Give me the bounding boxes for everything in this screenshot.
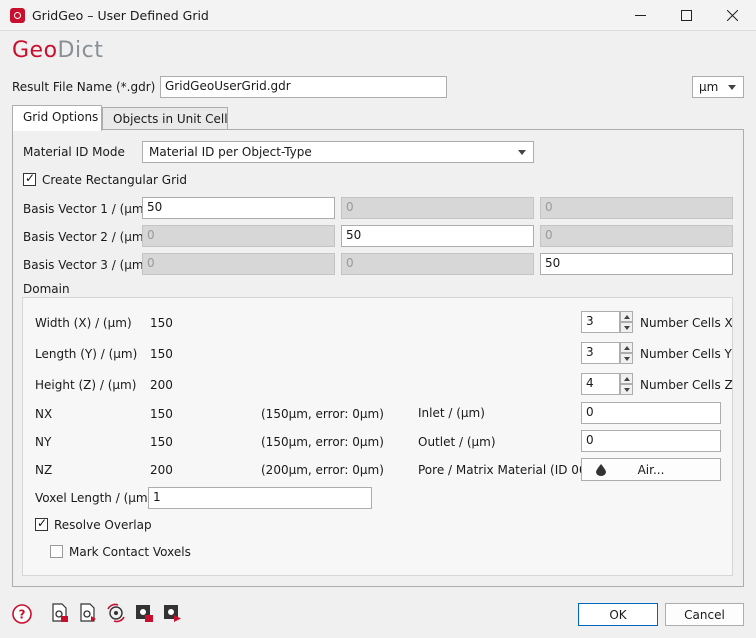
number-cells-y-label: Number Cells Y — [640, 347, 732, 361]
mark-contact-voxels-label: Mark Contact Voxels — [69, 545, 191, 559]
basis-vector-2-x: 0 — [142, 225, 335, 247]
pore-material-label: Pore / Matrix Material (ID 00) — [418, 463, 592, 477]
minimize-icon[interactable] — [617, 0, 663, 31]
chevron-down-icon — [518, 150, 526, 155]
number-cells-z-label: Number Cells Z — [640, 378, 733, 392]
number-cells-x-label: Number Cells X — [640, 316, 733, 330]
material-mode-select[interactable]: Material ID per Object-Type — [142, 141, 534, 163]
nx-label: NX — [35, 407, 53, 421]
length-value: 150 — [150, 347, 173, 361]
nx-note: (150µm, error: 0µm) — [261, 407, 384, 421]
resolve-overlap-checkbox[interactable] — [35, 516, 48, 531]
tab-objects-in-unit-cell[interactable]: Objects in Unit Cell — [102, 107, 228, 131]
chevron-up-icon — [623, 345, 630, 350]
outlet-label: Outlet / (µm) — [418, 435, 496, 449]
nz-value: 200 — [150, 463, 173, 477]
chevron-down-icon — [623, 387, 630, 392]
pore-material-button-label: Air... — [637, 462, 665, 477]
length-label: Length (Y) / (µm) — [35, 347, 138, 361]
outlet-input[interactable]: 0 — [581, 430, 721, 452]
number-cells-x-down[interactable] — [620, 322, 633, 333]
load-settings-icon[interactable] — [50, 603, 70, 623]
nz-label: NZ — [35, 463, 53, 477]
chevron-up-icon — [623, 376, 630, 381]
basis-vector-2-z: 0 — [540, 225, 733, 247]
number-cells-y-down[interactable] — [620, 353, 633, 364]
material-mode-label: Material ID Mode — [23, 145, 125, 159]
ok-button[interactable]: OK — [578, 603, 658, 626]
droplet-icon — [596, 464, 606, 476]
ny-label: NY — [35, 435, 52, 449]
basis-vector-1-x[interactable]: 50 — [142, 197, 335, 219]
number-cells-x-input[interactable]: 3 — [581, 311, 620, 333]
basis-vector-1-label: Basis Vector 1 / (µm) — [23, 202, 149, 216]
result-file-label: Result File Name (*.gdr) — [12, 80, 156, 94]
basis-vector-3-y: 0 — [341, 253, 534, 275]
basis-vector-1-z: 0 — [540, 197, 733, 219]
result-file-input[interactable]: GridGeoUserGrid.gdr — [160, 76, 447, 98]
basis-vector-1-y: 0 — [341, 197, 534, 219]
voxel-length-input[interactable]: 1 — [148, 487, 372, 509]
pore-material-button[interactable]: Air... — [581, 458, 721, 481]
nx-value: 150 — [150, 407, 173, 421]
ny-value: 150 — [150, 435, 173, 449]
chevron-up-icon — [623, 314, 630, 319]
ny-note: (150µm, error: 0µm) — [261, 435, 384, 449]
number-cells-z-input[interactable]: 4 — [581, 373, 620, 395]
macro-play-icon[interactable] — [162, 603, 182, 623]
voxel-length-label: Voxel Length / (µm) — [35, 491, 153, 505]
width-label: Width (X) / (µm) — [35, 316, 132, 330]
inlet-input[interactable]: 0 — [581, 402, 721, 424]
help-icon[interactable]: ? — [12, 604, 32, 624]
unit-select-value: µm — [699, 80, 719, 94]
width-value: 150 — [150, 316, 173, 330]
basis-vector-3-label: Basis Vector 3 / (µm) — [23, 258, 149, 272]
nz-note: (200µm, error: 0µm) — [261, 463, 384, 477]
number-cells-y-input[interactable]: 3 — [581, 342, 620, 364]
reset-settings-icon[interactable] — [106, 603, 126, 623]
app-icon — [10, 8, 25, 23]
material-mode-value: Material ID per Object-Type — [149, 145, 312, 159]
number-cells-y-up[interactable] — [620, 342, 633, 353]
logo-part-geo: Geo — [12, 38, 58, 63]
maximize-icon[interactable] — [663, 0, 709, 31]
create-rect-grid-label: Create Rectangular Grid — [42, 173, 187, 187]
basis-vector-2-y[interactable]: 50 — [341, 225, 534, 247]
number-cells-z-up[interactable] — [620, 373, 633, 384]
basis-vector-3-z[interactable]: 50 — [540, 253, 733, 275]
chevron-down-icon — [623, 356, 630, 361]
height-label: Height (Z) / (µm) — [35, 378, 137, 392]
mark-contact-voxels-checkbox[interactable] — [50, 545, 63, 558]
save-settings-icon[interactable] — [78, 603, 98, 623]
basis-vector-3-x: 0 — [142, 253, 335, 275]
resolve-overlap-label: Resolve Overlap — [54, 518, 152, 532]
basis-vector-2-label: Basis Vector 2 / (µm) — [23, 230, 149, 244]
tab-grid-options[interactable]: Grid Options — [12, 105, 102, 131]
macro-record-icon[interactable] — [134, 603, 154, 623]
help-glyph: ? — [19, 608, 26, 622]
chevron-down-icon — [728, 85, 736, 90]
logo-part-dict: Dict — [57, 38, 104, 63]
domain-label: Domain — [23, 282, 70, 296]
inlet-label: Inlet / (µm) — [418, 406, 485, 420]
number-cells-z-down[interactable] — [620, 384, 633, 395]
window-title: GridGeo – User Defined Grid — [32, 8, 209, 23]
close-icon[interactable] — [709, 0, 755, 31]
chevron-down-icon — [623, 325, 630, 330]
number-cells-x-up[interactable] — [620, 311, 633, 322]
cancel-button[interactable]: Cancel — [665, 603, 744, 626]
height-value: 200 — [150, 378, 173, 392]
create-rect-grid-checkbox[interactable] — [23, 171, 36, 186]
unit-select[interactable]: µm — [692, 76, 744, 98]
geodict-logo: GeoDict — [12, 38, 103, 63]
